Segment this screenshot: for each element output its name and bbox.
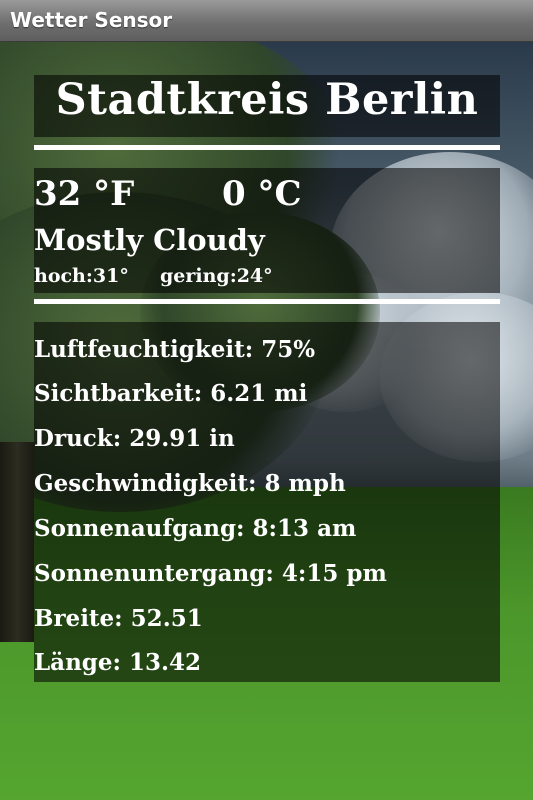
high-temp: hoch:31°: [34, 265, 129, 287]
detail-humidity: Luftfeuchtigkeit: 75%: [34, 336, 316, 363]
low-temp: gering:24°: [160, 265, 273, 287]
detail-wind-speed: Geschwindigkeit: 8 mph: [34, 470, 346, 497]
divider: [34, 145, 500, 150]
detail-sunrise: Sonnenaufgang: 8:13 am: [34, 515, 357, 542]
app-title: Wetter Sensor: [10, 8, 173, 32]
temp-fahrenheit: 32 °F: [34, 174, 135, 214]
detail-latitude: Breite: 52.51: [34, 605, 203, 632]
tree-trunk: [0, 442, 34, 642]
title-bar: Wetter Sensor: [0, 0, 533, 42]
condition-text: Mostly Cloudy: [34, 223, 265, 257]
location-title: Stadtkreis Berlin: [55, 75, 479, 125]
detail-sunset: Sonnenuntergang: 4:15 pm: [34, 560, 387, 587]
temp-celsius: 0 °C: [222, 174, 302, 214]
detail-visibility: Sichtbarkeit: 6.21 mi: [34, 380, 308, 407]
detail-pressure: Druck: 29.91 in: [34, 425, 235, 452]
divider: [34, 299, 500, 304]
detail-longitude: Länge: 13.42: [34, 649, 202, 676]
